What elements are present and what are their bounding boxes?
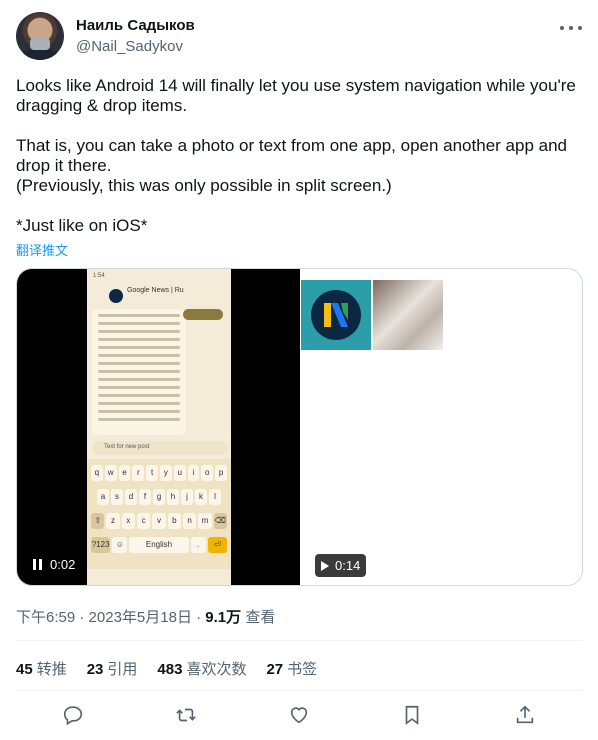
action-bar: [16, 700, 582, 734]
divider: [16, 640, 582, 641]
photo-thumbnail: [373, 280, 443, 350]
stat-retweets[interactable]: 45 转推: [16, 658, 67, 679]
retweet-icon[interactable]: [175, 704, 197, 731]
video-player-1[interactable]: 1:54 Google News | Ru Text for new post …: [17, 269, 300, 585]
phone-text-input: Text for new post: [92, 441, 228, 455]
tweet-date[interactable]: 2023年5月18日: [89, 609, 192, 626]
translate-link[interactable]: 翻译推文: [16, 240, 68, 259]
keyboard-row: asdfghjkl: [97, 489, 221, 505]
app-logo-icon: [109, 289, 123, 303]
avatar[interactable]: [16, 12, 64, 60]
views-label: 查看: [245, 609, 276, 626]
video-1-controls: 0:02: [33, 557, 75, 572]
keyboard-row: ?123 ☺ English. ⏎: [91, 537, 227, 553]
tweet-paragraph: (Previously, this was only possible in s…: [16, 176, 392, 195]
tweet-paragraph: That is, you can take a photo or text fr…: [16, 136, 567, 175]
pause-icon[interactable]: [33, 559, 42, 570]
video-2-controls: 0:14: [315, 554, 367, 577]
author-name[interactable]: Наиль Садыков: [76, 17, 195, 34]
play-icon[interactable]: [321, 560, 329, 571]
views-count: 9.1万: [205, 609, 242, 626]
tweet-header: Наиль Садыков @Nail_Sadykov: [16, 12, 582, 62]
app-title: Google News | Ru: [127, 287, 184, 294]
tweet-stats: 45 转推 23 引用 483 喜欢次数 27 书签: [16, 658, 317, 679]
share-icon[interactable]: [514, 704, 536, 731]
bookmark-icon[interactable]: [401, 704, 423, 731]
tweet-text: Looks like Android 14 will finally let y…: [16, 76, 582, 256]
phone-status-time: 1:54: [93, 273, 105, 279]
phone-screen: 1:54 Google News | Ru Text for new post …: [87, 269, 231, 585]
video-player-2[interactable]: 0:14: [301, 269, 582, 585]
video-2-time: 0:14: [335, 558, 361, 573]
phone-keyboard: qwertyuiop asdfghjkl ⇧ z x c v b n m ⌫ ?123 ☺ Engl…: [87, 459, 231, 569]
media-container: 1:54 Google News | Ru Text for new post …: [16, 268, 583, 586]
stat-bookmarks[interactable]: 27 书签: [266, 658, 317, 679]
video-1-time: 0:02: [50, 557, 76, 572]
more-options-icon[interactable]: [560, 18, 582, 38]
author-handle[interactable]: @Nail_Sadykov: [76, 38, 183, 55]
join-pill-button: [183, 309, 223, 320]
tweet-time[interactable]: 下午6:59: [16, 609, 75, 626]
stat-quotes[interactable]: 23 引用: [87, 658, 138, 679]
divider: [16, 690, 582, 691]
google-news-logo-icon: [301, 280, 371, 350]
keyboard-row: ⇧ z x c v b n m ⌫: [91, 513, 227, 529]
like-icon[interactable]: [288, 704, 310, 731]
message-bubble: [92, 309, 186, 435]
tweet-paragraph: Looks like Android 14 will finally let y…: [16, 76, 576, 115]
stat-likes[interactable]: 483 喜欢次数: [157, 658, 246, 679]
tweet-meta: 下午6:59 · 2023年5月18日 · 9.1万 查看: [16, 609, 276, 626]
reply-icon[interactable]: [62, 704, 84, 731]
tweet-paragraph: *Just like on iOS*: [16, 216, 148, 235]
keyboard-row: qwertyuiop: [91, 465, 227, 481]
